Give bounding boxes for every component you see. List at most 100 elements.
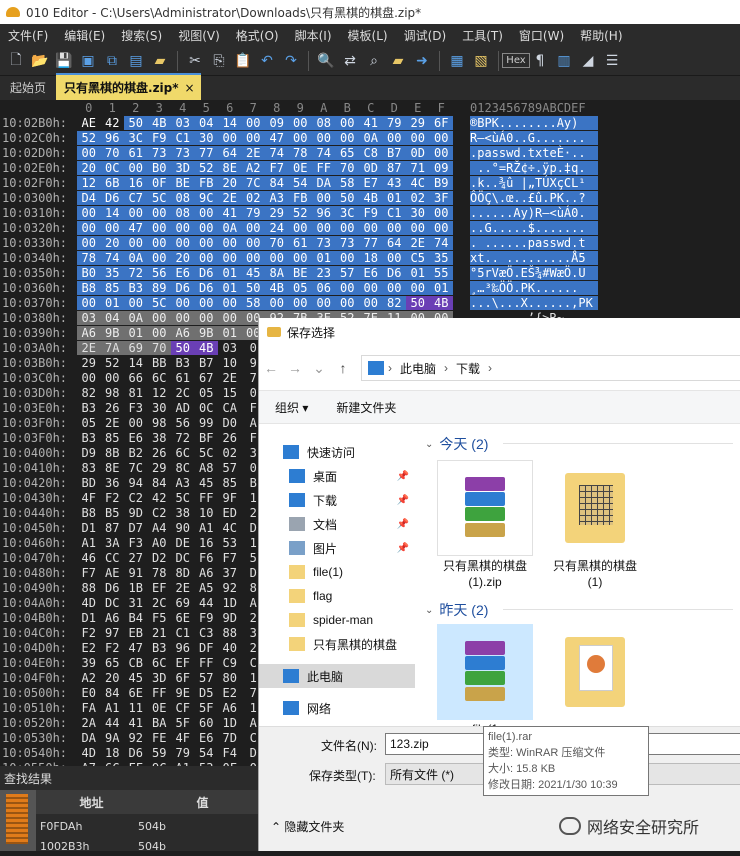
hex-byte[interactable]: 96 — [100, 131, 124, 145]
hex-byte[interactable]: 20 — [101, 671, 125, 685]
hex-byte[interactable]: 35 — [429, 251, 453, 265]
hex-byte[interactable]: 00 — [77, 236, 101, 250]
hex-byte[interactable]: F6 — [195, 551, 219, 565]
hex-byte[interactable]: 45 — [124, 671, 148, 685]
hex-byte[interactable]: 00 — [147, 206, 171, 220]
hex-byte[interactable]: 9C — [194, 191, 218, 205]
hex-byte[interactable]: 4C — [406, 176, 430, 190]
hex-byte[interactable]: 00 — [194, 296, 218, 310]
hex-byte[interactable]: 00 — [241, 221, 265, 235]
hex-byte[interactable]: 27 — [124, 551, 148, 565]
hex-row[interactable]: 10:0340h: 78 74 0A 00 20 00 00 00 00 00 01 00 18 00 C5 3… — [0, 251, 600, 266]
hex-byte[interactable]: DF — [195, 641, 219, 655]
hex-byte[interactable]: B8 — [77, 281, 101, 295]
hex-byte[interactable]: 00 — [77, 296, 101, 310]
hex-byte[interactable]: 0A — [124, 311, 148, 325]
hex-byte[interactable]: 57 — [218, 461, 242, 475]
hex-byte[interactable]: 53 — [218, 536, 242, 550]
hex-byte[interactable]: 0D — [359, 161, 383, 175]
hex-byte[interactable]: B0 — [77, 266, 101, 280]
hide-folders-toggle[interactable]: ⌃ 隐藏文件夹 — [271, 818, 344, 835]
hex-byte[interactable]: 70 — [265, 236, 289, 250]
hex-byte[interactable]: D9 — [77, 446, 101, 460]
hex-byte[interactable]: 00 — [312, 131, 336, 145]
menu-file[interactable]: 文件(F) — [0, 27, 56, 44]
hex-byte[interactable]: 00 — [265, 296, 289, 310]
paste-icon[interactable]: 📋 — [233, 51, 253, 71]
menu-edit[interactable]: 编辑(E) — [56, 27, 113, 44]
hex-byte[interactable]: 29 — [265, 206, 289, 220]
tab-zip-file[interactable]: 只有黑棋的棋盘.zip* × — [56, 73, 201, 100]
hex-byte[interactable]: 2C — [148, 596, 172, 610]
hex-byte[interactable]: 00 — [335, 116, 359, 130]
hex-row[interactable]: 10:02B0h: AE 42 50 4B 03 04 14 00 09 00 08 00 41 79 29 6… — [0, 116, 600, 131]
hex-byte[interactable]: 5F — [195, 701, 219, 715]
hex-byte[interactable]: 9D — [218, 611, 242, 625]
script-icon[interactable]: ▧ — [471, 51, 491, 71]
hex-byte[interactable]: 00 — [241, 236, 265, 250]
file-item[interactable]: 只有黑棋的棋盘(1).zip — [437, 460, 533, 590]
hex-byte[interactable]: 77 — [359, 236, 383, 250]
pin-icon[interactable]: 📌 — [397, 471, 409, 482]
hex-byte[interactable]: 96 — [171, 641, 195, 655]
hex-byte[interactable]: 3C — [124, 131, 148, 145]
hex-byte[interactable]: 00 — [218, 251, 242, 265]
hex-byte[interactable]: 50 — [124, 116, 148, 130]
hex-byte[interactable]: 82 — [382, 296, 406, 310]
hex-byte[interactable]: 00 — [288, 251, 312, 265]
hex-byte[interactable]: 6C — [148, 371, 172, 385]
chevron-down-icon[interactable]: ⌄ — [307, 360, 331, 377]
hex-byte[interactable]: 05 — [195, 386, 219, 400]
menu-view[interactable]: 视图(V) — [170, 27, 228, 44]
hex-byte[interactable]: 4F — [77, 491, 101, 505]
hex-byte[interactable]: F7 — [265, 161, 289, 175]
sidebar-item[interactable]: 桌面 📌 — [259, 464, 415, 488]
hex-byte[interactable]: AD — [171, 401, 195, 415]
hex-byte[interactable]: 42 — [101, 116, 125, 130]
group-header-today[interactable]: ⌄ 今天 (2) — [425, 434, 733, 454]
hex-row[interactable]: 10:02C0h: 52 96 3C F9 C1 30 00 00 47 00 00 00 0A 00 00 0… — [0, 131, 600, 146]
hex-byte[interactable]: DC — [101, 596, 125, 610]
save-icon[interactable]: 💾 — [54, 51, 74, 71]
hex-byte[interactable]: FB — [194, 176, 218, 190]
sidebar-item[interactable]: 此电脑 — [259, 664, 415, 688]
hex-byte[interactable]: BD — [77, 476, 101, 490]
pin-icon[interactable]: 📌 — [397, 495, 409, 506]
hex-byte[interactable]: 00 — [194, 221, 218, 235]
hex-byte[interactable]: 01 — [218, 266, 242, 280]
hex-byte[interactable]: F7 — [77, 566, 101, 580]
folder-item[interactable] — [547, 624, 643, 720]
hex-byte[interactable]: 2E — [218, 191, 242, 205]
hex-byte[interactable]: 10 — [195, 506, 219, 520]
hex-byte[interactable]: 00 — [335, 281, 359, 295]
hex-byte[interactable]: 29 — [77, 356, 101, 370]
menu-script[interactable]: 脚本(I) — [287, 27, 340, 44]
hex-byte[interactable]: 00 — [77, 371, 101, 385]
hex-byte[interactable]: 0C — [195, 401, 219, 415]
hex-byte[interactable]: 00 — [406, 131, 430, 145]
hex-byte[interactable]: B3 — [171, 356, 195, 370]
hex-byte[interactable]: 38 — [171, 506, 195, 520]
hex-byte[interactable]: 70 — [147, 341, 171, 355]
hex-byte[interactable]: 54 — [288, 176, 312, 190]
hex-byte[interactable]: BF — [195, 431, 219, 445]
hex-byte[interactable]: FF — [312, 161, 336, 175]
hex-byte[interactable]: D4 — [77, 191, 101, 205]
hex-byte[interactable]: 73 — [147, 146, 171, 160]
hex-byte[interactable]: 44 — [195, 596, 219, 610]
hex-byte[interactable]: 84 — [101, 686, 125, 700]
hex-byte[interactable]: 83 — [77, 461, 101, 475]
sidebar-item[interactable]: 图片 📌 — [259, 536, 415, 560]
hex-byte[interactable]: 7D — [218, 731, 242, 745]
hex-byte[interactable]: 00 — [124, 206, 148, 220]
hex-byte[interactable]: 73 — [171, 146, 195, 160]
hex-byte[interactable]: D5 — [195, 686, 219, 700]
hex-byte[interactable]: 00 — [171, 296, 195, 310]
hex-byte[interactable]: D6 — [194, 281, 218, 295]
hex-byte[interactable]: 50 — [335, 191, 359, 205]
hex-byte[interactable]: 74 — [100, 251, 124, 265]
hex-byte[interactable]: A1 — [101, 701, 125, 715]
hex-byte[interactable]: F7 — [218, 551, 242, 565]
hex-byte[interactable]: 44 — [101, 716, 125, 730]
sidebar-item[interactable]: spider-man — [259, 608, 415, 632]
